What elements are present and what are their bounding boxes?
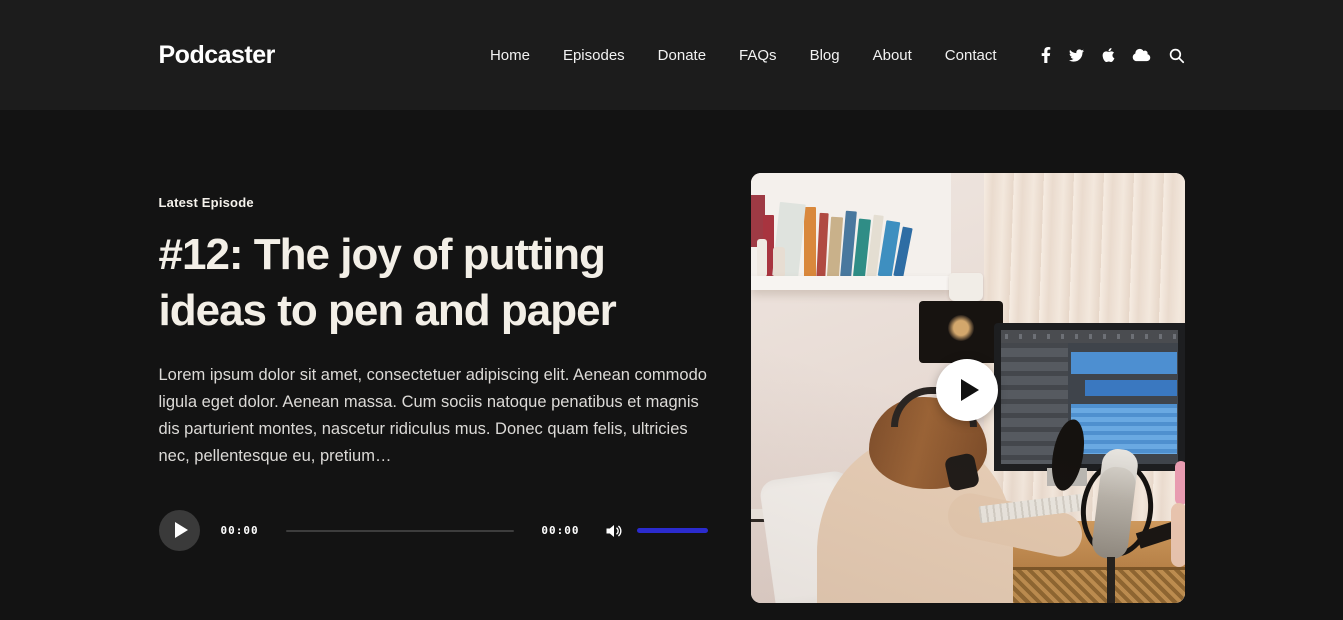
facebook-icon[interactable] <box>1041 47 1051 63</box>
episode-photo <box>751 173 1185 603</box>
nav-donate[interactable]: Donate <box>658 47 706 64</box>
twitter-icon[interactable] <box>1068 48 1085 63</box>
play-icon <box>175 522 188 538</box>
nav-blog[interactable]: Blog <box>810 47 840 64</box>
play-button[interactable] <box>159 510 200 551</box>
soundcloud-icon[interactable] <box>1132 48 1151 62</box>
audio-player: 00:00 00:00 <box>159 510 708 551</box>
latest-episode-label: Latest Episode <box>159 195 724 210</box>
volume-icon[interactable] <box>604 521 624 541</box>
nav-contact[interactable]: Contact <box>945 47 997 64</box>
seek-bar[interactable] <box>286 530 515 532</box>
apple-icon[interactable] <box>1102 47 1115 63</box>
photo-play-button[interactable] <box>936 359 998 421</box>
play-icon <box>961 379 979 401</box>
episode-title: #12: The joy of putting ideas to pen and… <box>159 227 724 339</box>
nav-faqs[interactable]: FAQs <box>739 47 777 64</box>
episode-description: Lorem ipsum dolor sit amet, consectetuer… <box>159 362 709 470</box>
site-header: Podcaster Home Episodes Donate FAQs Blog… <box>0 0 1343 110</box>
nav-about[interactable]: About <box>873 47 912 64</box>
social-links <box>1041 47 1185 64</box>
volume-slider[interactable] <box>637 528 708 533</box>
current-time: 00:00 <box>221 524 259 537</box>
site-logo[interactable]: Podcaster <box>159 41 275 70</box>
search-icon[interactable] <box>1168 47 1185 64</box>
main-content: Latest Episode #12: The joy of putting i… <box>0 110 1343 603</box>
nav-episodes[interactable]: Episodes <box>563 47 625 64</box>
duration-time: 00:00 <box>541 524 579 537</box>
nav-home[interactable]: Home <box>490 47 530 64</box>
main-nav: Home Episodes Donate FAQs Blog About Con… <box>490 47 997 64</box>
